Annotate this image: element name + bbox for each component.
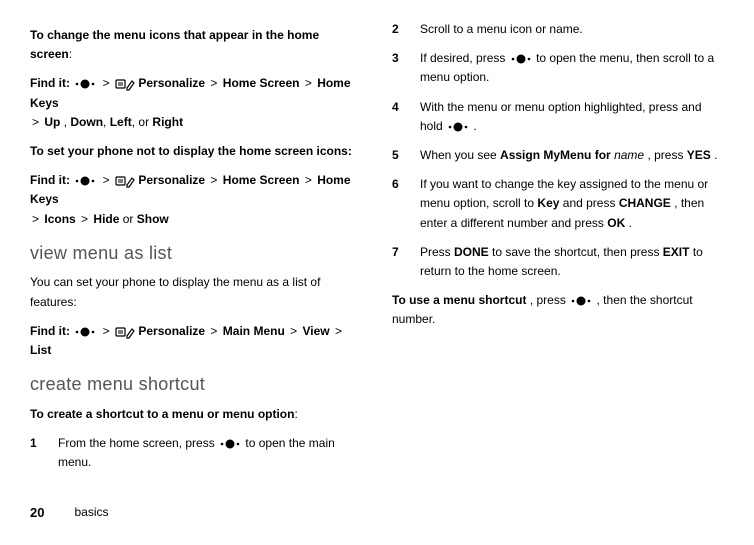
step-1: 1 From the home screen, press to open th… [30,434,362,472]
findit-line-3: Find it: > Personalize > Main Menu > Vie… [30,322,362,360]
footer-section-label: basics [74,503,108,522]
section-create-shortcut: create menu shortcut [30,370,362,399]
findit-line-2: Find it: > Personalize > Home Screen > H… [30,171,362,229]
step-7: 7 Press DONE to save the shortcut, then … [392,243,724,281]
step-5: 5 When you see Assign MyMenu for name , … [392,146,724,165]
center-key-icon [73,78,97,90]
view-menu-text: You can set your phone to display the me… [30,273,362,311]
step-2: 2 Scroll to a menu icon or name. [392,20,724,39]
step-3: 3 If desired, press to open the menu, th… [392,49,724,87]
page-number: 20 [30,503,44,524]
center-key-icon [218,438,242,450]
intro-hide-icons: To set your phone not to display the hom… [30,142,362,161]
left-column: To change the menu icons that appear in … [30,20,362,483]
personalize-icon [115,174,135,188]
personalize-icon [115,325,135,339]
center-key-icon [446,121,470,133]
section-view-menu-as-list: view menu as list [30,239,362,268]
center-key-icon [569,295,593,307]
step-4: 4 With the menu or menu option highlight… [392,98,724,136]
right-column: 2 Scroll to a menu icon or name. 3 If de… [392,20,724,483]
center-key-icon [73,326,97,338]
center-key-icon [509,53,533,65]
findit-line-1: Find it: > Personalize > Home Screen > H… [30,74,362,132]
intro-change-icons: To change the menu icons that appear in … [30,26,362,64]
use-shortcut-text: To use a menu shortcut , press , then th… [392,291,724,329]
create-shortcut-intro: To create a shortcut to a menu or menu o… [30,405,362,424]
center-key-icon [73,175,97,187]
step-6: 6 If you want to change the key assigned… [392,175,724,233]
personalize-icon [115,77,135,91]
page-footer: 20 basics [30,503,724,524]
